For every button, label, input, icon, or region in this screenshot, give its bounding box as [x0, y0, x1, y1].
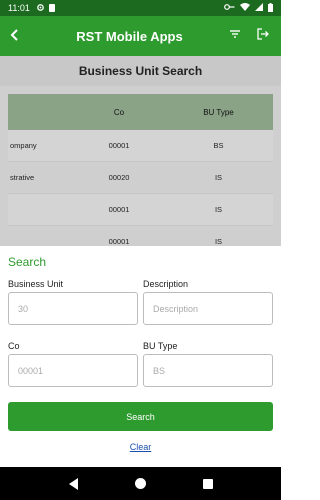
cell-co: 00001: [108, 141, 130, 150]
business-unit-input[interactable]: [8, 292, 138, 325]
nav-back-icon[interactable]: [68, 477, 78, 490]
wifi-icon: [240, 3, 250, 13]
settings-icon: [36, 3, 45, 14]
app-bar: RST Mobile Apps: [0, 16, 281, 56]
header-bu-type: BU Type: [203, 107, 234, 117]
cell-name: ompany: [10, 141, 37, 150]
sim-icon: [48, 4, 55, 12]
logout-icon: [257, 28, 269, 40]
filter-icon: [230, 30, 240, 38]
cell-co: 00020: [108, 173, 130, 182]
cell-bu-type: BS: [213, 141, 224, 150]
co-label: Co: [8, 341, 20, 351]
cell-bu-type: IS: [214, 173, 223, 182]
nav-recents-icon[interactable]: [202, 478, 213, 489]
logout-button[interactable]: [257, 27, 269, 45]
cell-name: strative: [10, 173, 35, 182]
business-unit-label: Business Unit: [8, 279, 64, 289]
cell-co: 00001: [108, 237, 130, 246]
clear-link[interactable]: Clear: [0, 442, 281, 452]
status-bar: 11:01: [0, 0, 281, 16]
back-button[interactable]: [0, 25, 30, 48]
bu-type-input[interactable]: [143, 354, 273, 387]
status-time: 11:01: [8, 3, 30, 13]
bu-type-label: BU Type: [143, 341, 178, 351]
header-co: Co: [113, 107, 125, 117]
table-row[interactable]: ompany 00001 BS: [8, 130, 273, 162]
table-row[interactable]: 00001 IS: [8, 194, 273, 226]
nav-home-icon[interactable]: [134, 478, 146, 489]
key-icon: [224, 3, 235, 13]
battery-icon: [268, 2, 273, 14]
cell-co: 00001: [108, 205, 130, 214]
app-title: RST Mobile Apps: [76, 28, 183, 44]
back-arrow-icon: [10, 28, 18, 41]
system-nav-bar: [0, 467, 281, 500]
search-sheet: Search Business Unit Description Co BU T…: [0, 247, 281, 467]
cell-bu-type: IS: [214, 237, 223, 246]
description-label: Description: [143, 279, 189, 289]
table-row[interactable]: 00001 IS: [8, 226, 273, 246]
co-input[interactable]: [8, 354, 138, 387]
filter-button[interactable]: [229, 27, 241, 45]
page-title: Business Unit Search: [0, 56, 281, 86]
search-button[interactable]: Search: [8, 402, 273, 431]
search-title: Search: [8, 255, 47, 269]
cell-bu-type: IS: [214, 205, 223, 214]
table-header: Co BU Type: [8, 94, 273, 130]
signal-icon: [255, 3, 263, 13]
results-table: Co BU Type ompany 00001 BS strative 0002…: [8, 94, 273, 246]
table-row[interactable]: strative 00020 IS: [8, 162, 273, 194]
description-input[interactable]: [143, 292, 273, 325]
